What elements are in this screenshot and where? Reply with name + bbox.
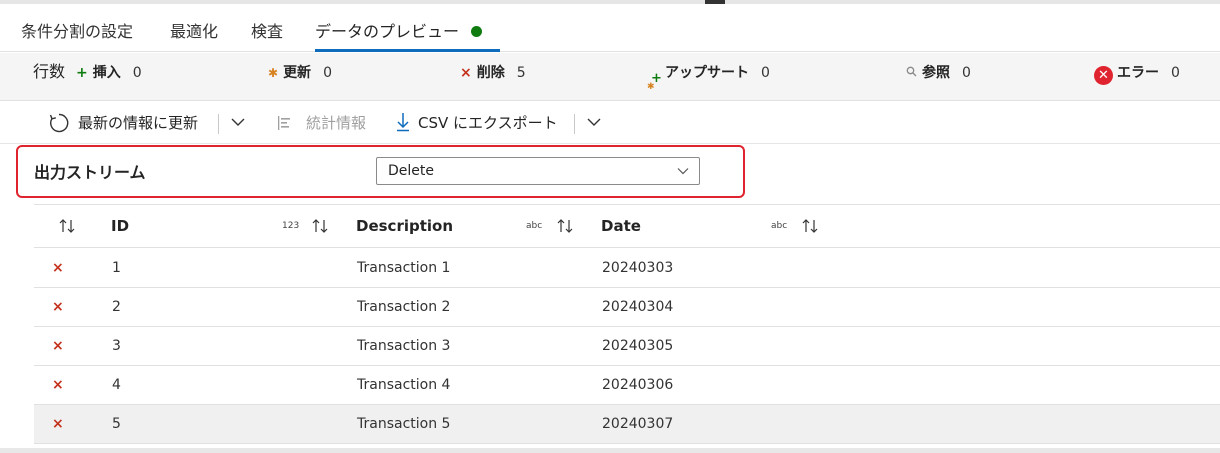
string-type-icon: abc [526, 221, 543, 231]
preview-toolbar: 最新の情報に更新 統計情報 CSV にエクスポート [0, 102, 1220, 144]
cell-date: 20240303 [602, 260, 674, 276]
sort-icon[interactable] [58, 218, 76, 234]
sort-icon[interactable] [801, 218, 819, 234]
column-header-date: Date [601, 217, 641, 235]
stat-upsert: + ✱ アップサート 0 [647, 53, 770, 93]
cell-date: 20240306 [602, 377, 674, 393]
sort-icon[interactable] [556, 218, 574, 234]
stat-delete-label: 削除 [476, 65, 505, 81]
column-header-description: Description [356, 217, 454, 235]
output-stream-label: 出力ストリーム [34, 163, 146, 182]
cell-description: Transaction 5 [357, 416, 451, 432]
output-stream-value: Delete [388, 163, 434, 179]
statistics-button[interactable]: 統計情報 [276, 102, 366, 144]
stat-delete-value: 5 [516, 65, 526, 81]
error-circle-icon: ✕ [1094, 66, 1113, 85]
cell-id: 4 [112, 377, 121, 393]
chevron-down-icon[interactable] [586, 114, 602, 130]
tab-label: 最適化 [170, 22, 219, 41]
cell-description: Transaction 1 [357, 260, 451, 276]
upsert-icon: + ✱ [647, 71, 662, 92]
cell-date: 20240304 [602, 299, 674, 315]
toolbar-divider [218, 114, 219, 134]
tab-label: 検査 [251, 22, 284, 41]
delete-marker-icon: × [52, 299, 64, 315]
stat-lookup: 参照 0 [906, 53, 971, 93]
table-row[interactable]: × 1 Transaction 1 20240303 [34, 249, 1220, 288]
sort-icon[interactable] [311, 218, 329, 234]
string-type-icon: abc [771, 221, 788, 231]
delete-marker-icon: × [52, 260, 64, 276]
stat-lookup-label: 参照 [922, 65, 950, 81]
cell-date: 20240305 [602, 338, 674, 354]
x-icon: × [460, 65, 472, 81]
cell-description: Transaction 4 [357, 377, 451, 393]
horizontal-scrollbar[interactable] [0, 448, 1220, 453]
column-header-id: ID [111, 217, 130, 235]
stat-upsert-value: 0 [761, 65, 770, 81]
output-stream-dropdown[interactable]: Delete [376, 157, 700, 185]
table-row[interactable]: × 4 Transaction 4 20240306 [34, 366, 1220, 405]
row-stats-bar: 行数 + 挿入 0 ✱ 更新 0 × 削除 5 + ✱ アップサート 0 参照 0 ✕ エラー 0 [0, 53, 1220, 101]
tab-label: 条件分割の設定 [21, 22, 134, 41]
toolbar-divider [574, 114, 575, 134]
cell-date: 20240307 [602, 416, 674, 432]
table-row[interactable]: × 2 Transaction 2 20240304 [34, 288, 1220, 327]
stat-update-value: 0 [323, 65, 332, 81]
tab-data-preview[interactable]: データのプレビュー [315, 4, 500, 52]
plus-icon: + [76, 65, 88, 81]
stat-insert-label: 挿入 [92, 65, 121, 81]
stat-lookup-value: 0 [962, 65, 971, 81]
rows-label: 行数 [33, 62, 66, 81]
delete-marker-icon: × [52, 377, 64, 393]
status-dot-icon [471, 26, 483, 37]
table-row[interactable]: × 3 Transaction 3 20240305 [34, 327, 1220, 366]
delete-marker-icon: × [52, 338, 64, 354]
active-tab-indicator [315, 49, 500, 52]
asterisk-icon: ✱ [268, 66, 279, 80]
stat-error: ✕ エラー 0 [1094, 53, 1180, 93]
table-row[interactable]: × 5 Transaction 5 20240307 [34, 405, 1220, 444]
cell-id: 5 [112, 416, 121, 432]
stat-delete: × 削除 5 [460, 53, 526, 93]
stat-upsert-label: アップサート [665, 65, 749, 81]
statistics-icon [278, 116, 290, 130]
tab-optimize[interactable]: 最適化 [170, 4, 218, 52]
export-csv-button[interactable]: CSV にエクスポート [395, 102, 558, 144]
chevron-down-icon[interactable] [230, 114, 246, 130]
cell-id: 1 [112, 260, 121, 276]
cell-id: 2 [112, 299, 121, 315]
refresh-button[interactable]: 最新の情報に更新 [48, 102, 198, 144]
stat-insert: + 挿入 0 [76, 53, 142, 93]
number-type-icon: 123 [282, 221, 300, 231]
cell-description: Transaction 3 [357, 338, 451, 354]
stat-update: ✱ 更新 0 [268, 53, 332, 93]
table-header: ID 123 Description abc Date abc [34, 205, 1220, 248]
export-csv-label: CSV にエクスポート [418, 114, 558, 132]
stat-error-value: 0 [1171, 65, 1180, 81]
refresh-label: 最新の情報に更新 [78, 114, 199, 132]
stat-error-label: エラー [1117, 65, 1159, 81]
delete-marker-icon: × [52, 416, 64, 432]
cell-id: 3 [112, 338, 121, 354]
tab-label: データのプレビュー [315, 22, 460, 41]
search-icon [906, 53, 917, 93]
statistics-label: 統計情報 [306, 114, 367, 132]
chevron-down-icon [677, 168, 689, 175]
cell-description: Transaction 2 [357, 299, 451, 315]
stat-update-label: 更新 [283, 65, 312, 81]
tab-inspect[interactable]: 検査 [251, 4, 283, 52]
tab-bar: 条件分割の設定 最適化 検査 データのプレビュー [0, 4, 1220, 52]
stat-insert-value: 0 [132, 65, 142, 81]
download-icon [397, 113, 409, 132]
tab-conditional-split-settings[interactable]: 条件分割の設定 [21, 4, 133, 52]
refresh-icon [49, 113, 69, 133]
